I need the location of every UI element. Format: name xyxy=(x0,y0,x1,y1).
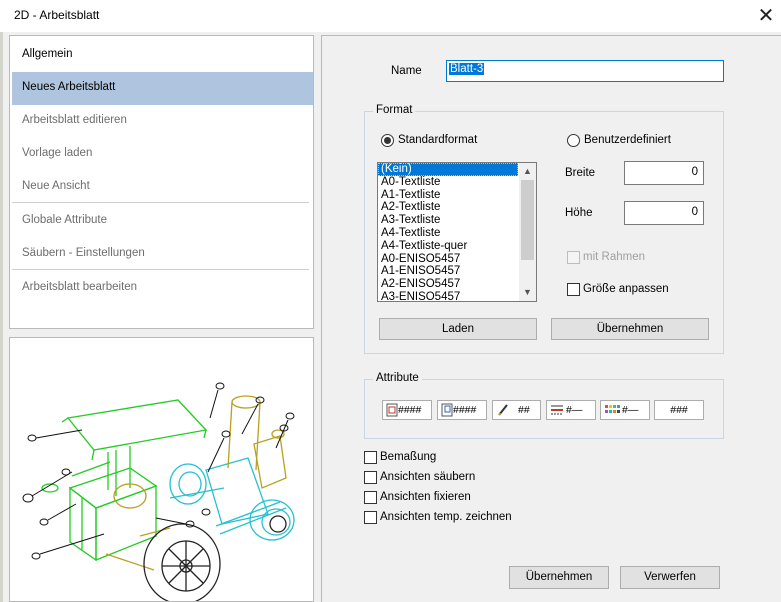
form-panel: Name Blatt-3 Format Standardformat Benut… xyxy=(321,35,781,602)
custom-format-label: Benutzerdefiniert xyxy=(584,134,671,146)
attribute-button-number[interactable]: ### xyxy=(654,400,704,420)
scrollbar-thumb[interactable] xyxy=(521,180,534,260)
list-item[interactable]: A2-ENISO5457 xyxy=(378,278,518,291)
attribute-button-label: #— xyxy=(566,404,583,416)
line-type-icon xyxy=(551,405,563,415)
attribute-button-color[interactable]: #— xyxy=(600,400,650,420)
ok-button[interactable]: Übernehmen xyxy=(509,566,609,589)
preview-pane xyxy=(9,337,314,602)
text-frame-alt-icon xyxy=(441,403,453,417)
height-input[interactable]: 0 xyxy=(624,201,704,225)
standard-format-radio[interactable] xyxy=(381,134,394,147)
attribute-button-pen[interactable]: ## xyxy=(492,400,541,420)
listbox-scrollbar[interactable]: ▲ ▼ xyxy=(519,163,536,301)
attribute-button-line-type[interactable]: #— xyxy=(546,400,596,420)
attribute-button-label: #### xyxy=(398,404,422,416)
close-icon[interactable]: ✕ xyxy=(752,2,780,30)
attribute-button-text-frame-alt[interactable]: #### xyxy=(437,400,487,420)
frame-checkbox[interactable] xyxy=(567,251,580,264)
ansichten-fixieren-label: Ansichten fixieren xyxy=(380,491,471,503)
list-item[interactable]: A3-Textliste xyxy=(378,214,518,227)
bemassung-label: Bemaßung xyxy=(380,451,437,463)
width-label: Breite xyxy=(565,167,596,179)
nav-item-neues-arbeitsblatt[interactable]: Neues Arbeitsblatt xyxy=(12,72,313,105)
ansichten-temp-zeichnen-label: Ansichten temp. zeichnen xyxy=(380,511,512,523)
dialog-client: Allgemein Neues Arbeitsblatt Arbeitsblat… xyxy=(0,32,781,602)
list-item[interactable]: A0-Textliste xyxy=(378,176,518,189)
text-frame-icon xyxy=(386,403,398,417)
window-title: 2D - Arbeitsblatt xyxy=(14,8,100,22)
title-bar: 2D - Arbeitsblatt ✕ xyxy=(0,0,781,32)
ansichten-temp-zeichnen-checkbox[interactable] xyxy=(364,511,377,524)
list-item[interactable]: A4-Textliste-quer xyxy=(378,240,518,253)
list-item[interactable]: A1-Textliste xyxy=(378,189,518,202)
navigation-list: Allgemein Neues Arbeitsblatt Arbeitsblat… xyxy=(9,35,314,329)
cancel-button[interactable]: Verwerfen xyxy=(620,566,720,589)
format-listbox[interactable]: (Kein) A0-Textliste A1-Textliste A2-Text… xyxy=(377,162,537,302)
list-item[interactable]: A4-Textliste xyxy=(378,227,518,240)
attribute-button-text-frame[interactable]: #### xyxy=(382,400,432,420)
attribute-button-label: ## xyxy=(518,404,530,416)
format-group-label: Format xyxy=(373,104,416,116)
custom-format-radio[interactable] xyxy=(567,134,580,147)
attribute-group-label: Attribute xyxy=(373,372,422,384)
nav-separator xyxy=(12,202,309,203)
frame-label: mit Rahmen xyxy=(583,251,645,263)
fit-size-label: Größe anpassen xyxy=(583,283,669,295)
load-button[interactable]: Laden xyxy=(379,318,537,340)
attribute-button-label: #### xyxy=(453,404,477,416)
height-label: Höhe xyxy=(565,207,593,219)
chevron-down-icon[interactable]: ▼ xyxy=(519,284,536,301)
standard-format-label: Standardformat xyxy=(398,134,478,146)
name-value: Blatt-3 xyxy=(449,63,485,75)
nav-item-saeubern-einstellungen[interactable]: Säubern - Einstellungen xyxy=(12,238,313,271)
nav-item-neue-ansicht[interactable]: Neue Ansicht xyxy=(12,171,313,204)
list-item[interactable]: A2-Textliste xyxy=(378,201,518,214)
chevron-up-icon[interactable]: ▲ xyxy=(519,163,536,180)
nav-item-arbeitsblatt-editieren[interactable]: Arbeitsblatt editieren xyxy=(12,105,313,138)
nav-item-globale-attribute[interactable]: Globale Attribute xyxy=(12,205,313,238)
nav-separator xyxy=(12,269,309,270)
left-edge xyxy=(0,32,3,602)
fit-size-checkbox[interactable] xyxy=(567,283,580,296)
list-item[interactable]: A1-ENISO5457 xyxy=(378,265,518,278)
attribute-button-label: #— xyxy=(622,404,639,416)
name-input[interactable]: Blatt-3 xyxy=(446,60,724,82)
width-input[interactable]: 0 xyxy=(624,161,704,185)
list-item[interactable]: (Kein) xyxy=(378,163,518,176)
ansichten-saeubern-checkbox[interactable] xyxy=(364,471,377,484)
list-item[interactable]: A3-ENISO5457 xyxy=(378,291,518,301)
ansichten-saeubern-label: Ansichten säubern xyxy=(380,471,476,483)
ansichten-fixieren-checkbox[interactable] xyxy=(364,491,377,504)
machine-drawing-preview xyxy=(22,382,295,601)
nav-item-allgemein[interactable]: Allgemein xyxy=(12,39,313,72)
list-item[interactable]: A0-ENISO5457 xyxy=(378,253,518,266)
nav-item-vorlage-laden[interactable]: Vorlage laden xyxy=(12,138,313,171)
nav-item-arbeitsblatt-bearbeiten[interactable]: Arbeitsblatt bearbeiten xyxy=(12,272,313,305)
attribute-group: Attribute #### #### ## #— #— ### xyxy=(364,372,724,439)
color-palette-icon xyxy=(605,405,620,414)
apply-format-button[interactable]: Übernehmen xyxy=(551,318,709,340)
name-label: Name xyxy=(391,65,422,77)
bemassung-checkbox[interactable] xyxy=(364,451,377,464)
pen-icon xyxy=(498,404,508,416)
